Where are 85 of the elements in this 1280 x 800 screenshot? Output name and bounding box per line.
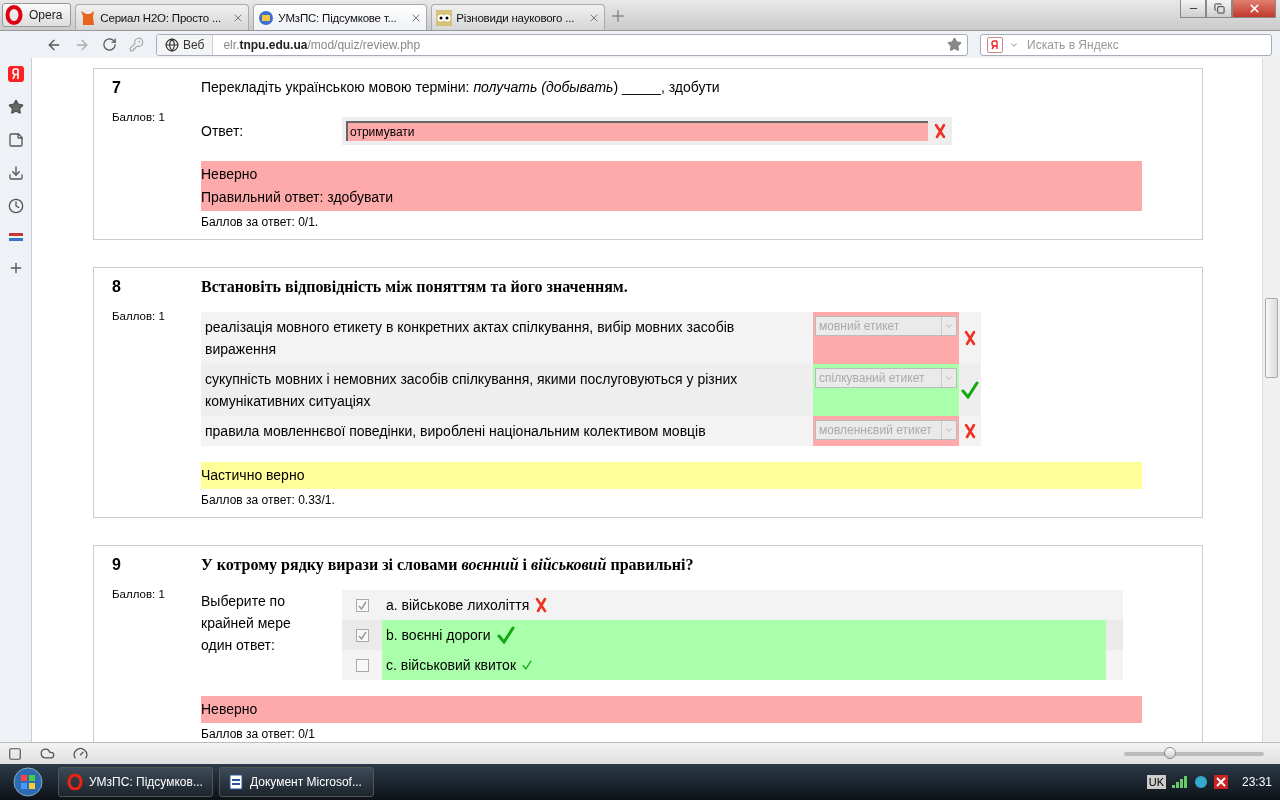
caret-icon [944,425,954,435]
question-number: 7 [112,79,122,97]
question-points: Баллов: 1 [112,111,166,123]
cat-icon [80,9,97,26]
owl-icon [436,9,453,26]
scroll-thumb[interactable] [1265,298,1278,378]
clock-text: 23:31 [1241,775,1272,789]
cloud-icon[interactable] [40,746,55,761]
check-icon [357,630,367,640]
opera-menu-button[interactable]: Opera [2,3,72,27]
panels-icon[interactable] [8,231,23,243]
search-engine-icon [987,36,1003,53]
speed-dial-icon[interactable] [73,746,88,761]
restore-button[interactable] [1206,0,1232,18]
url-text: elr.tnpu.edu.ua/mod/quiz/review.php [222,37,422,52]
search-field[interactable]: Искать в Яндекс [980,33,1272,56]
web-badge[interactable]: Веб [157,34,214,55]
cross-icon [964,423,976,439]
reload-icon[interactable] [102,37,117,52]
match-text: правила мовленнєвої поведінки, вироблені національним колективом мовців [204,422,707,441]
feedback-text: Неверно [201,165,259,184]
taskbar-button[interactable]: УМзПС: Підсумков... [58,767,213,797]
cross-icon [535,597,548,613]
question-number: 8 [112,278,122,296]
question-text: У котрому рядку вирази зі словами воєнний і військовий правильні? [201,556,695,574]
browser-tab[interactable]: Різновиди наукового ... [431,4,606,30]
check-icon [522,660,533,670]
language-indicator[interactable]: UK [1146,775,1166,789]
site-icon [258,9,275,26]
score-text: Баллов за ответ: 0/1 [201,727,316,741]
search-input[interactable]: Искать в Яндекс [1025,36,1265,53]
download-icon[interactable] [7,165,24,181]
bookmark-icon[interactable] [947,37,962,52]
answer-prompt: Выберите по крайней мере один ответ: [201,592,292,655]
match-text: сукупність мовних і немовних засобів спілкування, якими послуговуються у різних комунікативних ситуаціях [204,370,739,411]
restore-icon [1213,3,1225,14]
question-number: 9 [112,556,122,574]
zoom-thumb[interactable] [1164,746,1177,759]
history-icon[interactable] [7,198,24,214]
cross-icon [964,330,976,346]
question-points: Баллов: 1 [112,310,166,322]
notes-icon[interactable] [7,132,24,148]
option-label: a. військове лихоліття [386,597,530,613]
minimize-button[interactable] [1180,0,1206,18]
cross-icon [934,123,946,139]
option-label: b. воєнні дороги [386,627,491,643]
feedback-text: Неверно [201,700,259,719]
close-button[interactable] [1232,0,1276,18]
scrollbar[interactable] [1262,58,1280,742]
check-icon [496,626,515,644]
answer-label: Ответ: [201,123,245,139]
panel-toggle-icon[interactable] [8,746,22,761]
score-text: Баллов за ответ: 0.33/1. [201,493,336,507]
answer-field[interactable]: отримувати [346,121,928,141]
yandex-icon[interactable] [7,66,24,82]
browser-tab[interactable]: Сериал H2O: Просто ... [75,4,250,30]
score-text: Баллов за ответ: 0/1. [201,215,320,229]
check-icon [961,381,979,399]
feedback-text: Частично верно [201,466,306,485]
checkbox[interactable] [355,658,369,672]
question-text: Встановіть відповідність між поняттям та його значенням. [201,278,629,296]
globe-icon [165,37,179,52]
match-text: реалізація мовного етикету в конкретних актах спілкування, вибір мовних засобів вираження [204,318,736,359]
checkbox[interactable] [355,598,369,612]
feedback-text: Правильний ответ: здобувати [201,188,395,207]
question-points: Баллов: 1 [112,588,166,600]
taskbar-button[interactable]: Документ Microsof... [219,767,374,797]
browser-tab[interactable]: УМзПС: Підсумкове т... [253,4,428,30]
error-icon [1213,775,1228,789]
close-icon [1247,2,1261,15]
opera-icon [67,774,83,790]
tray-app-icon [1193,775,1208,789]
check-icon [357,600,367,610]
document-icon [228,774,244,790]
caret-icon [944,321,954,331]
signal-icon [1171,776,1188,788]
caret-icon [944,373,954,383]
option-label: c. військовий квиток [386,657,517,673]
address-field[interactable]: Веб elr.tnpu.edu.ua/mod/quiz/review.php [156,33,968,56]
key-icon[interactable] [129,37,144,52]
web-label: Веб [183,37,205,52]
checkbox[interactable] [355,628,369,642]
question-text: Перекладіть українською мовою терміни: получать (добывать) _____, здобути [201,79,721,95]
opera-icon [5,5,23,25]
bookmarks-icon[interactable] [7,99,24,115]
